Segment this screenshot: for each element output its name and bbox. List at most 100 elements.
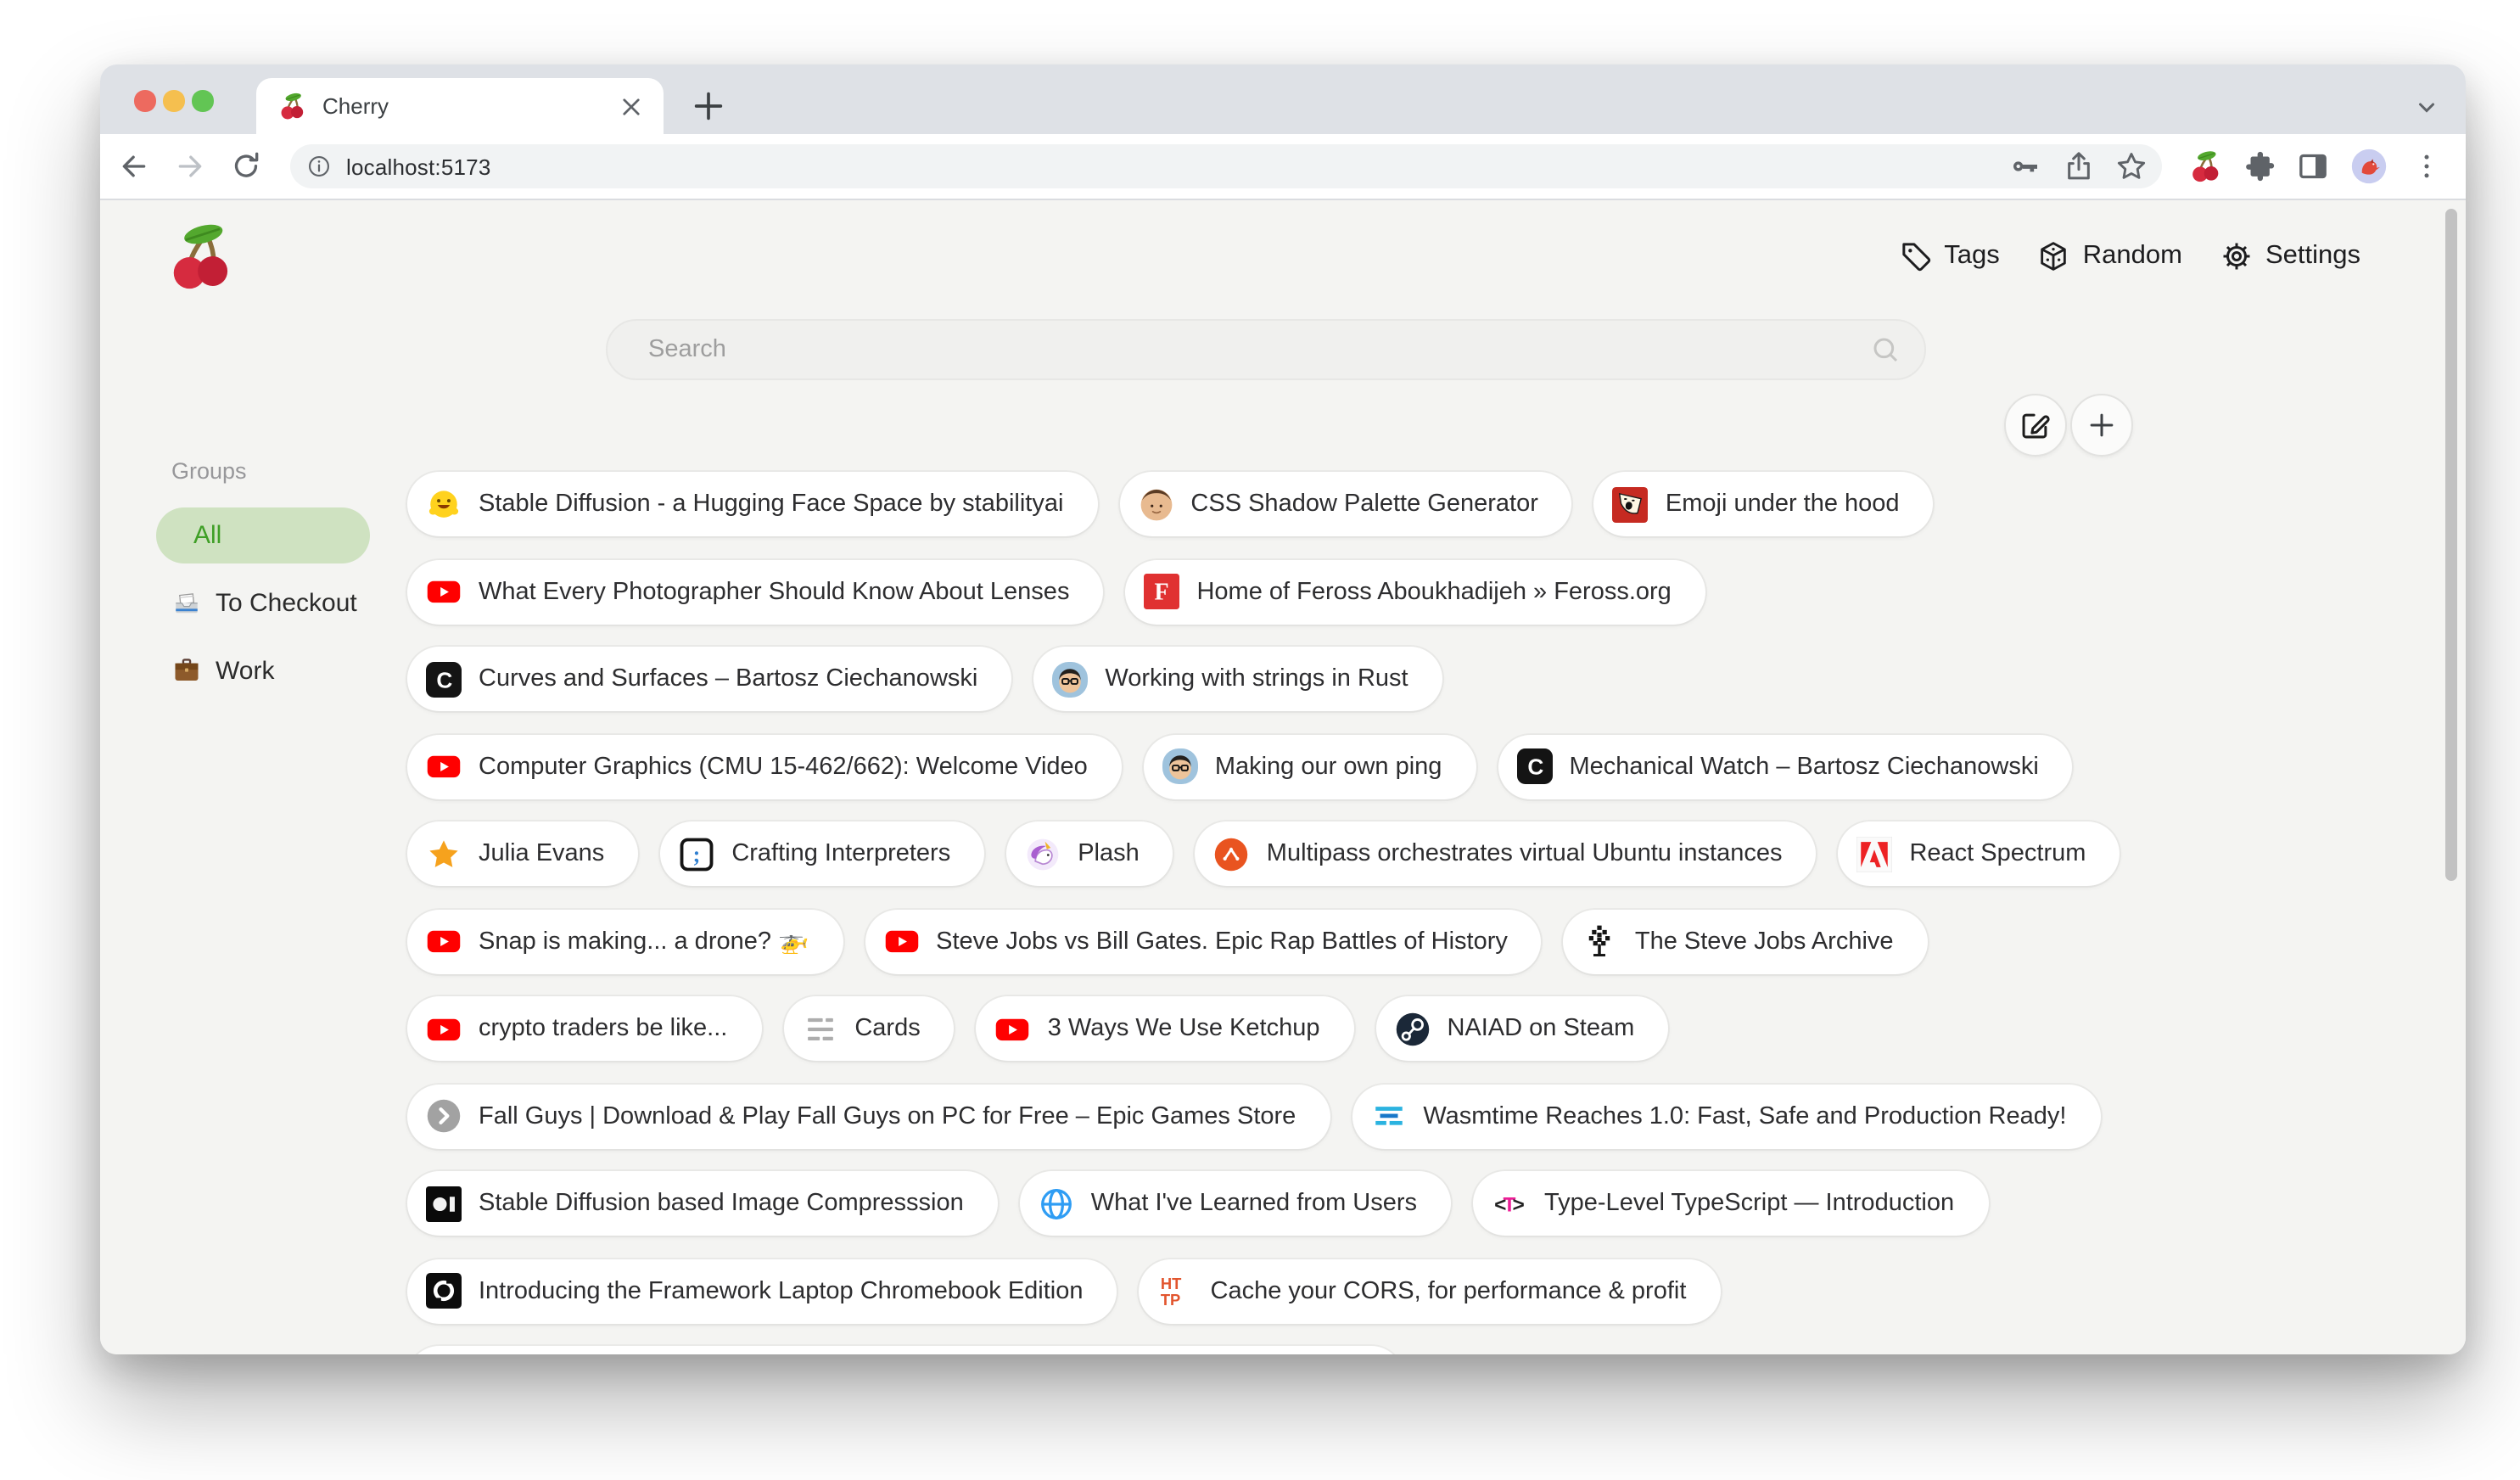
- bookmark-pill[interactable]: Cache your CORS, for performance & profi…: [1140, 1259, 1721, 1323]
- bookmark-pill[interactable]: Wasmtime Reaches 1.0: Fast, Safe and Pro…: [1352, 1084, 2100, 1148]
- bookmark-row: What Every Photographer Should Know Abou…: [407, 559, 2444, 624]
- share-icon[interactable]: [2062, 149, 2096, 183]
- emoji-under-hood-icon: [1613, 486, 1649, 522]
- bookmark-title: The Steve Jobs Archive: [1635, 928, 1894, 955]
- browser-window: Cherry localhost:5173: [100, 64, 2466, 1354]
- bookmark-title: Snap is making... a drone? 🚁: [479, 927, 809, 956]
- password-key-icon[interactable]: [2008, 149, 2041, 183]
- josh-avatar-icon: [1138, 486, 1173, 522]
- search-bar: [606, 319, 1926, 380]
- bookmark-pill[interactable]: Cards: [783, 996, 954, 1061]
- traffic-light-zoom[interactable]: [192, 90, 213, 111]
- bookmark-pill[interactable]: Stable Diffusion - a Hugging Face Space …: [407, 472, 1097, 536]
- steam-icon: [1394, 1011, 1430, 1046]
- group-all-label: All: [193, 521, 221, 550]
- search-input[interactable]: [608, 321, 1924, 378]
- bookmark-pill[interactable]: Curves and Surfaces – Bartosz Ciechanows…: [407, 647, 1011, 711]
- group-item-work[interactable]: Work: [156, 645, 414, 696]
- bookmark-pill[interactable]: What Every Photographer Should Know Abou…: [407, 559, 1103, 624]
- bookmark-pill[interactable]: Making our own ping: [1144, 734, 1476, 799]
- bookmark-pill[interactable]: Stable Diffusion based Image Compresssio…: [407, 1171, 998, 1236]
- page-scrollbar[interactable]: [2445, 209, 2457, 881]
- tab-cherry[interactable]: Cherry: [256, 78, 664, 134]
- bookmark-pill[interactable]: Multipass orchestrates virtual Ubuntu in…: [1196, 821, 1817, 886]
- bookmark-pill[interactable]: crypto traders be like...: [407, 996, 761, 1061]
- bookmark-pill[interactable]: Steve Jobs vs Bill Gates. Epic Rap Battl…: [865, 909, 1542, 973]
- site-info-icon[interactable]: [305, 153, 333, 180]
- bookmark-pill-partial[interactable]: [407, 1346, 1403, 1354]
- bookmark-star-icon[interactable]: [2114, 149, 2148, 183]
- bookmark-title: Computer Graphics (CMU 15-462/662): Welc…: [479, 753, 1088, 780]
- bookmark-title: Cache your CORS, for performance & profi…: [1211, 1277, 1687, 1304]
- edit-bookmarks-button[interactable]: [2004, 394, 2067, 457]
- profile-avatar[interactable]: [2350, 148, 2388, 185]
- nav-random[interactable]: Random: [2037, 239, 2182, 273]
- bookmark-pill[interactable]: Type-Level TypeScript — Introduction: [1473, 1171, 1988, 1236]
- address-bar[interactable]: localhost:5173: [290, 144, 2162, 188]
- bookmark-pill[interactable]: Home of Feross Aboukhadijeh » Feross.org: [1125, 559, 1705, 624]
- bookmark-pill[interactable]: Mechanical Watch – Bartosz Ciechanowski: [1498, 734, 2072, 799]
- group-item-to-checkout[interactable]: To Checkout: [156, 577, 414, 628]
- youtube-icon: [883, 923, 919, 959]
- bookmark-pill[interactable]: What I've Learned from Users: [1020, 1171, 1451, 1236]
- nav-tags[interactable]: Tags: [1898, 239, 2000, 273]
- bookmark-pill[interactable]: Plash: [1006, 821, 1173, 886]
- bookmark-pill[interactable]: CSS Shadow Palette Generator: [1119, 472, 1571, 536]
- bookmark-title: What I've Learned from Users: [1091, 1190, 1417, 1217]
- search-icon: [1868, 333, 1902, 367]
- tab-strip: Cherry: [100, 64, 2466, 134]
- traffic-light-minimize[interactable]: [163, 90, 184, 111]
- bookmark-title: Making our own ping: [1215, 753, 1442, 780]
- cherry-favicon: [278, 92, 307, 121]
- browser-toolbar: localhost:5173: [100, 134, 2466, 200]
- group-item-all[interactable]: All: [156, 507, 370, 563]
- bookmark-pill[interactable]: Computer Graphics (CMU 15-462/662): Welc…: [407, 734, 1122, 799]
- rust-avatar-icon: [1052, 661, 1088, 697]
- tab-search-chevron-icon[interactable]: [2411, 92, 2442, 122]
- youtube-icon: [426, 748, 462, 784]
- bookmark-pill[interactable]: Crafting Interpreters: [660, 821, 984, 886]
- bookmark-pill[interactable]: 3 Ways We Use Ketchup: [977, 996, 1354, 1061]
- bookmark-title: Type-Level TypeScript — Introduction: [1544, 1190, 1954, 1217]
- bookmark-pill[interactable]: Working with strings in Rust: [1033, 647, 1442, 711]
- back-button[interactable]: [117, 149, 151, 183]
- traffic-light-close[interactable]: [134, 90, 155, 111]
- reload-button[interactable]: [229, 149, 263, 183]
- desktop: Cherry localhost:5173: [0, 0, 2520, 1480]
- bookmark-pill[interactable]: Snap is making... a drone? 🚁: [407, 909, 843, 973]
- bookmark-title: Mechanical Watch – Bartosz Ciechanowski: [1569, 753, 2038, 780]
- star-icon: [426, 836, 462, 872]
- globe-icon: [1039, 1186, 1074, 1221]
- adobe-icon: [1856, 836, 1892, 872]
- dice-icon: [2037, 239, 2071, 273]
- side-panel-icon[interactable]: [2296, 149, 2330, 183]
- tab-close-icon[interactable]: [616, 91, 647, 121]
- menu-dots-icon[interactable]: [2410, 149, 2444, 183]
- bookmark-pill[interactable]: Julia Evans: [407, 821, 638, 886]
- youtube-icon: [426, 923, 462, 959]
- bookmark-title: Stable Diffusion based Image Compresssio…: [479, 1190, 964, 1217]
- page-content: Tags Random Settings: [100, 200, 2466, 1354]
- bookmark-pill[interactable]: React Spectrum: [1838, 821, 2120, 886]
- bookmark-pill[interactable]: Fall Guys | Download & Play Fall Guys on…: [407, 1084, 1330, 1148]
- bookmark-pill[interactable]: Introducing the Framework Laptop Chromeb…: [407, 1259, 1117, 1323]
- bookmark-title: Julia Evans: [479, 840, 604, 867]
- bookmark-pill[interactable]: NAIAD on Steam: [1375, 996, 1668, 1061]
- bookmark-pill[interactable]: Emoji under the hood: [1594, 472, 1934, 536]
- bookmark-title: 3 Ways We Use Ketchup: [1048, 1015, 1320, 1042]
- cherry-extension-icon[interactable]: [2189, 149, 2223, 183]
- nav-settings[interactable]: Settings: [2220, 239, 2360, 273]
- bookmark-title: crypto traders be like...: [479, 1015, 727, 1042]
- bartosz-icon: [426, 661, 462, 697]
- add-bookmark-button[interactable]: [2069, 394, 2132, 457]
- forward-button[interactable]: [173, 149, 207, 183]
- pixel-tree-icon: [1582, 923, 1618, 959]
- url-text: localhost:5173: [346, 154, 491, 179]
- bartosz-icon: [1516, 748, 1552, 784]
- feross-icon: [1144, 574, 1179, 609]
- bookmark-pill[interactable]: The Steve Jobs Archive: [1564, 909, 1928, 973]
- nav-random-label: Random: [2083, 241, 2182, 272]
- unicorn-icon: [1025, 836, 1061, 872]
- extensions-puzzle-icon[interactable]: [2243, 149, 2277, 183]
- new-tab-button[interactable]: [689, 87, 728, 126]
